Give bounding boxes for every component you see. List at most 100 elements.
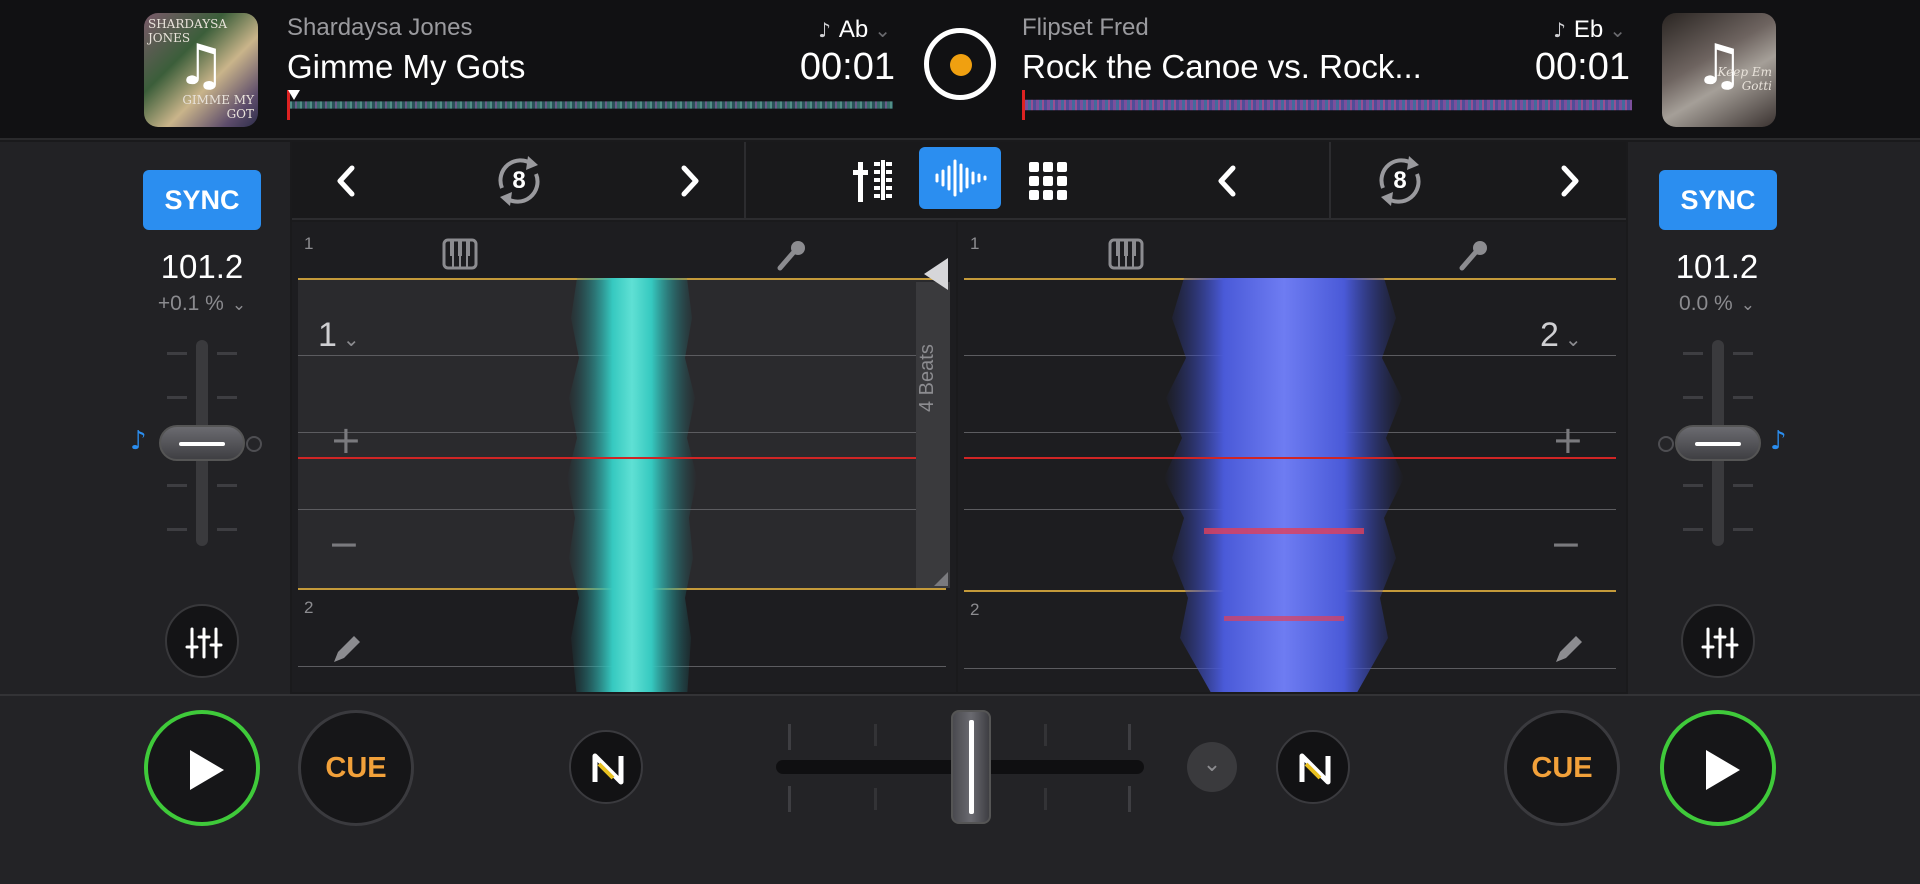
deck-b-cue-bank-selector[interactable]: 2 ⌄ bbox=[1540, 316, 1582, 355]
tempo-note-icon: ♪ bbox=[130, 426, 147, 456]
deck-a-stem-header bbox=[292, 222, 956, 278]
pads-grid-icon bbox=[1029, 162, 1067, 200]
play-icon bbox=[1706, 750, 1740, 790]
deck-a-pitch-selector[interactable]: +0.1 % ⌄ bbox=[127, 292, 277, 316]
deck-b-cue-button[interactable]: CUE bbox=[1504, 710, 1620, 826]
deck-b-play-button[interactable] bbox=[1660, 710, 1776, 826]
deck-a-cue-bank-selector[interactable]: 1 ⌄ bbox=[318, 316, 360, 355]
chevron-down-icon: ⌄ bbox=[1202, 752, 1222, 777]
neural-mix-icon bbox=[1299, 753, 1331, 785]
deck-b-artist: Flipset Fred bbox=[1022, 14, 1149, 41]
platter-dot bbox=[950, 54, 972, 76]
waveform-view-button[interactable] bbox=[919, 147, 1001, 209]
deck-b-playhead-line bbox=[964, 457, 1616, 459]
deck-b-loop-next-button[interactable] bbox=[1554, 150, 1584, 212]
chevron-down-icon: ⌄ bbox=[1609, 18, 1626, 42]
deck-a-key: Ab bbox=[838, 16, 869, 43]
music-note-icon: ♫ bbox=[175, 33, 227, 98]
deck-a-eq-button[interactable] bbox=[165, 604, 239, 678]
eq-sliders-icon bbox=[185, 627, 223, 659]
deck-a-cue-button[interactable]: CUE bbox=[298, 710, 414, 826]
mixer-view-button[interactable] bbox=[850, 150, 900, 212]
deck-b-cue-bank: 2 bbox=[1540, 316, 1559, 354]
deck-a-pitch: +0.1 % bbox=[157, 292, 224, 315]
key-note-icon: ♪ bbox=[818, 18, 831, 42]
deck-a-neural-mix-button[interactable] bbox=[569, 730, 643, 804]
resize-corner-icon bbox=[934, 572, 948, 586]
chevron-right-icon bbox=[681, 165, 699, 197]
piano-icon[interactable] bbox=[1108, 238, 1144, 270]
deck-a-time: 00:01 bbox=[799, 46, 895, 88]
crossfader-options-button[interactable]: ⌄ bbox=[1187, 742, 1237, 792]
chevron-left-icon bbox=[1218, 165, 1236, 197]
platter-disc-icon[interactable] bbox=[924, 28, 996, 100]
pencil-icon[interactable] bbox=[330, 634, 362, 666]
cover-b-text: Keep Em Gotti bbox=[1717, 65, 1772, 93]
deck-a-track-info[interactable]: Shardaysa Jones Gimme My Gots ♪ Ab ⌄ 00:01 bbox=[287, 14, 897, 88]
deck-a-beat-top: 1 bbox=[304, 234, 314, 253]
minus-icon[interactable]: − bbox=[1550, 522, 1582, 566]
deck-a-artist: Shardaysa Jones bbox=[287, 14, 473, 41]
deck-a-loop-size: 8 bbox=[512, 167, 526, 194]
deck-b-overview-waveform[interactable] bbox=[1022, 99, 1632, 111]
deck-a-cue-bank: 1 bbox=[318, 316, 337, 354]
deck-b-sync-button[interactable]: SYNC bbox=[1659, 170, 1777, 230]
deck-b-track-info[interactable]: Flipset Fred Rock the Canoe vs. Rock... … bbox=[1022, 14, 1632, 88]
play-icon bbox=[190, 750, 224, 790]
deck-a-cover-art[interactable]: SHARDAYSA JONES ♫ GIMME MY GOT bbox=[144, 13, 258, 127]
deck-b-waveform bbox=[1164, 278, 1404, 692]
deck-b-pitch-selector[interactable]: 0.0 % ⌄ bbox=[1642, 292, 1792, 316]
deck-a-waveform-view[interactable]: 1 2 1 ⌄ + − 4 Beats bbox=[292, 222, 956, 692]
deck-a-tempo-handle[interactable] bbox=[159, 425, 245, 461]
microphone-icon[interactable] bbox=[776, 238, 808, 272]
pencil-icon[interactable] bbox=[1552, 634, 1584, 666]
deck-a-key-selector[interactable]: ♪ Ab ⌄ bbox=[818, 16, 891, 44]
deck-b-tempo-reset[interactable] bbox=[1658, 436, 1674, 452]
piano-icon[interactable] bbox=[442, 238, 478, 270]
crossfader-handle[interactable] bbox=[951, 710, 991, 824]
deck-a-overview-waveform[interactable] bbox=[287, 101, 893, 109]
mixer-icon bbox=[853, 160, 892, 202]
deck-b-loop-size: 8 bbox=[1393, 167, 1407, 194]
beats-triangle-icon bbox=[924, 258, 948, 290]
deck-b-eq-button[interactable] bbox=[1681, 604, 1755, 678]
deck-b-stem-header bbox=[958, 222, 1626, 278]
deck-a-waveform bbox=[567, 278, 697, 692]
deck-b-key-selector[interactable]: ♪ Eb ⌄ bbox=[1553, 16, 1626, 44]
deck-a-side-panel: SYNC 101.2 +0.1 % ⌄ ♪ bbox=[0, 142, 290, 694]
deck-a-sync-button[interactable]: SYNC bbox=[143, 170, 261, 230]
deck-a-playhead-tick bbox=[288, 90, 300, 100]
deck-b-time: 00:01 bbox=[1534, 46, 1630, 88]
deck-b-cover-art[interactable]: ♫ Keep Em Gotti bbox=[1662, 13, 1776, 127]
deck-a-loop-next-button[interactable] bbox=[674, 150, 704, 212]
deck-a-bpm: 101.2 bbox=[160, 248, 244, 285]
microphone-icon[interactable] bbox=[1458, 238, 1490, 272]
top-bar: SHARDAYSA JONES ♫ GIMME MY GOT Shardaysa… bbox=[0, 0, 1920, 140]
plus-icon[interactable]: + bbox=[1552, 418, 1584, 462]
minus-icon[interactable]: − bbox=[328, 522, 360, 566]
deck-b-loop-button[interactable]: 8 bbox=[1365, 150, 1435, 212]
deck-b-loop-prev-button[interactable] bbox=[1213, 150, 1243, 212]
chevron-right-icon bbox=[1561, 165, 1579, 197]
chevron-down-icon: ⌄ bbox=[1740, 295, 1755, 315]
chevron-left-icon bbox=[337, 165, 355, 197]
deck-a-beat-bottom: 2 bbox=[304, 598, 314, 617]
deck-a-tempo-reset[interactable] bbox=[246, 436, 262, 452]
deck-b-neural-mix-button[interactable] bbox=[1276, 730, 1350, 804]
eq-sliders-icon bbox=[1701, 627, 1739, 659]
beats-size-handle[interactable] bbox=[916, 282, 950, 588]
waveform-icon bbox=[935, 159, 987, 197]
chevron-down-icon: ⌄ bbox=[342, 327, 360, 351]
deck-b-waveform-view[interactable]: 1 2 2 ⌄ + − bbox=[958, 222, 1626, 692]
toolbar-divider bbox=[1329, 142, 1331, 220]
deck-a-playhead-line bbox=[298, 457, 946, 459]
deck-b-beat-top: 1 bbox=[970, 234, 980, 253]
cover-a-text-bottom: GIMME MY GOT bbox=[182, 93, 254, 121]
pads-view-button[interactable] bbox=[1023, 150, 1073, 212]
deck-a-loop-button[interactable]: 8 bbox=[484, 150, 554, 212]
deck-a-loop-prev-button[interactable] bbox=[332, 150, 362, 212]
deck-b-tempo-handle[interactable] bbox=[1675, 425, 1761, 461]
deck-a-play-button[interactable] bbox=[144, 710, 260, 826]
key-note-icon: ♪ bbox=[1553, 18, 1566, 42]
plus-icon[interactable]: + bbox=[330, 418, 362, 462]
